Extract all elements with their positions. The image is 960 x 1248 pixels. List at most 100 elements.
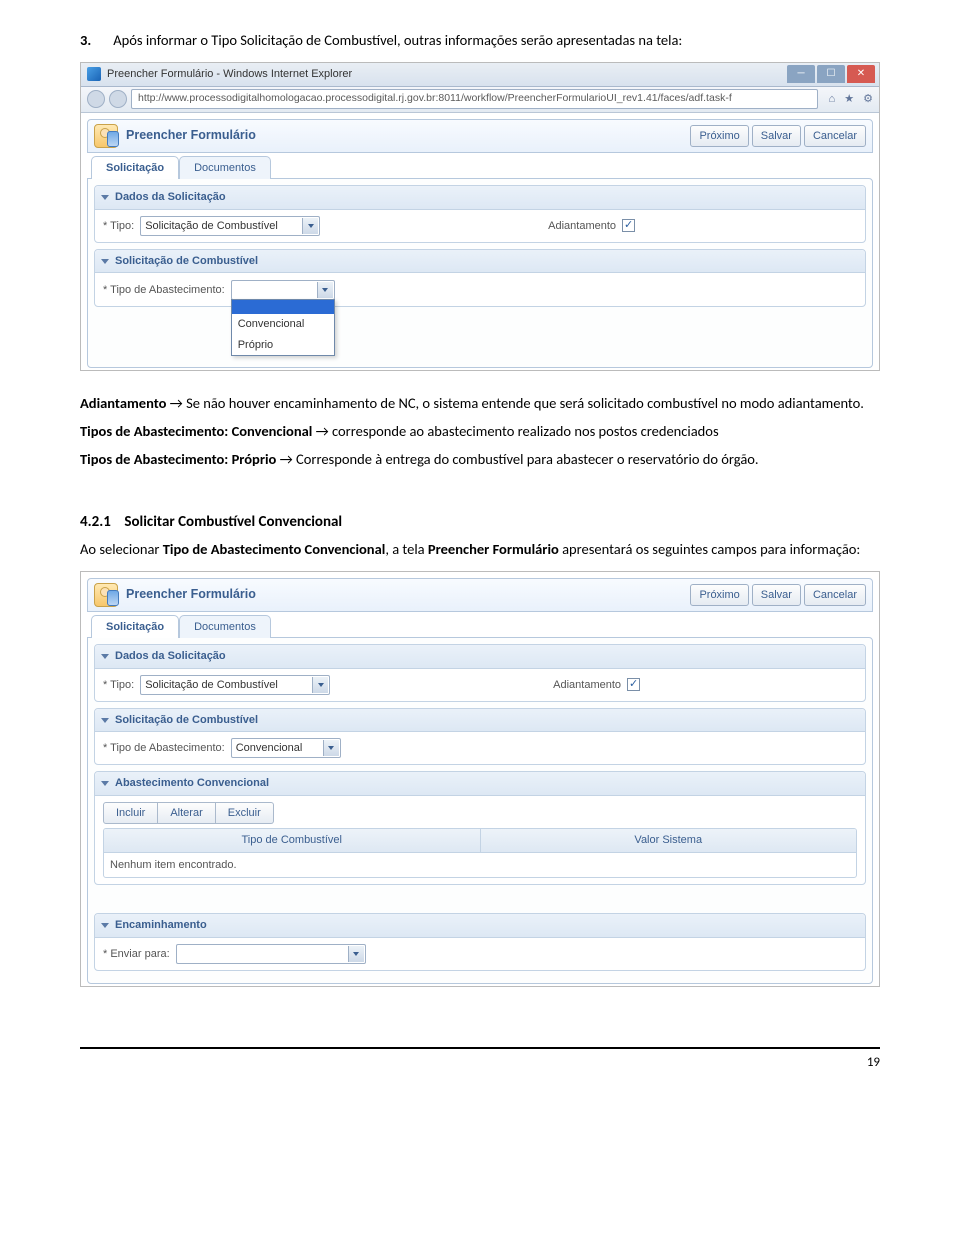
edit-button[interactable]: Alterar xyxy=(158,802,215,825)
tools-icon[interactable]: ⚙ xyxy=(863,93,873,105)
section-combustivel: Solicitação de Combustível Tipo de Abast… xyxy=(94,249,866,308)
step-text: Após informar o Tipo Solicitação de Comb… xyxy=(113,30,682,52)
form-header-2: Preencher Formulário Próximo Salvar Canc… xyxy=(87,578,873,612)
section-dados-title: Dados da Solicitação xyxy=(115,648,226,665)
form-title-2: Preencher Formulário xyxy=(126,585,256,604)
grid-toolbar: Incluir Alterar Excluir xyxy=(103,802,857,825)
next-button[interactable]: Próximo xyxy=(690,125,748,148)
window-close-button[interactable]: ✕ xyxy=(847,65,875,83)
collapse-icon[interactable] xyxy=(101,718,109,723)
select-enviar[interactable] xyxy=(176,944,366,964)
section-combustivel-title: Solicitação de Combustível xyxy=(115,253,258,270)
ie-favicon xyxy=(87,67,101,81)
save-button[interactable]: Salvar xyxy=(752,125,801,148)
section-combustivel-title: Solicitação de Combustível xyxy=(115,712,258,729)
tab-documentos[interactable]: Documentos xyxy=(179,615,271,639)
form-body-2: Dados da Solicitação Tipo: Solicitação d… xyxy=(87,637,873,984)
dropdown-icon xyxy=(317,282,333,298)
label-enviar: Enviar para: xyxy=(103,946,170,963)
tab-bar: Solicitação Documentos xyxy=(91,156,873,180)
cancel-button[interactable]: Cancelar xyxy=(804,125,866,148)
checkbox-adiantamento[interactable] xyxy=(622,219,635,232)
section-dados-title: Dados da Solicitação xyxy=(115,189,226,206)
label-adiantamento: Adiantamento xyxy=(553,677,621,694)
section-encam-title: Encaminhamento xyxy=(115,917,207,934)
select-abastecimento-value: Convencional xyxy=(236,740,303,757)
tab-bar-2: Solicitação Documentos xyxy=(91,615,873,639)
label-abastecimento: Tipo de Abastecimento: xyxy=(103,740,225,757)
screenshot-ie-window: Preencher Formulário - Windows Internet … xyxy=(80,62,880,372)
text-adiantamento: → Se não houver encaminhamento de NC, o … xyxy=(166,394,864,412)
url-text: http://www.processodigitalhomologacao.pr… xyxy=(138,91,732,107)
section-dados: Dados da Solicitação Tipo: Solicitação d… xyxy=(94,185,866,243)
next-button[interactable]: Próximo xyxy=(690,584,748,607)
option-proprio[interactable]: Próprio xyxy=(232,335,334,356)
p4a: Ao selecionar xyxy=(80,540,163,558)
tab-solicitacao[interactable]: Solicitação xyxy=(91,156,179,180)
label-abastecimento: Tipo de Abastecimento: xyxy=(103,282,225,299)
home-icon[interactable]: ⌂ xyxy=(828,93,835,105)
section-number: 4.2.1 xyxy=(80,513,111,531)
dropdown-icon xyxy=(302,218,318,234)
section-encaminhamento: Encaminhamento Enviar para: xyxy=(94,913,866,971)
select-tipo[interactable]: Solicitação de Combustível xyxy=(140,675,330,695)
page-number: 19 xyxy=(867,1053,880,1073)
page-footer: 19 xyxy=(80,1047,880,1073)
label-adiantamento: Adiantamento xyxy=(548,218,616,235)
p4d: Preencher Formulário xyxy=(428,540,559,558)
grid-abastecimento: Tipo de Combustível Valor Sistema Nenhum… xyxy=(103,828,857,878)
option-blank[interactable] xyxy=(232,300,334,314)
collapse-icon[interactable] xyxy=(101,259,109,264)
url-field[interactable]: http://www.processodigitalhomologacao.pr… xyxy=(131,89,818,109)
section-combustivel-2: Solicitação de Combustível Tipo de Abast… xyxy=(94,708,866,766)
p4b: Tipo de Abastecimento Convencional xyxy=(163,540,386,558)
select-tipo[interactable]: Solicitação de Combustível xyxy=(140,216,320,236)
checkbox-adiantamento[interactable] xyxy=(627,678,640,691)
explanation-block: Adiantamento → Se não houver encaminhame… xyxy=(80,393,880,561)
collapse-icon[interactable] xyxy=(101,781,109,786)
ie-title-text: Preencher Formulário - Windows Internet … xyxy=(107,66,352,83)
dropdown-icon xyxy=(312,677,328,693)
select-abastecimento[interactable]: Convencional xyxy=(231,738,341,758)
section-abconv-title: Abastecimento Convencional xyxy=(115,775,269,792)
text-proprio: → Corresponde à entrega do combustível p… xyxy=(276,450,758,468)
collapse-icon[interactable] xyxy=(101,923,109,928)
col-valor-sistema: Valor Sistema xyxy=(481,829,857,852)
window-maximize-button[interactable]: ☐ xyxy=(817,65,845,83)
term-convencional: Tipos de Abastecimento: Convencional xyxy=(80,422,312,440)
tab-documentos[interactable]: Documentos xyxy=(179,156,271,180)
section-dados-2: Dados da Solicitação Tipo: Solicitação d… xyxy=(94,644,866,702)
favorites-icon[interactable]: ★ xyxy=(844,93,854,105)
nav-forward-button[interactable] xyxy=(109,90,127,108)
p4c: , a tela xyxy=(385,540,428,558)
ie-titlebar: Preencher Formulário - Windows Internet … xyxy=(81,63,879,87)
section-heading: 4.2.1 Solicitar Combustível Convencional xyxy=(80,511,880,534)
save-button[interactable]: Salvar xyxy=(752,584,801,607)
text-convencional: → corresponde ao abastecimento realizado… xyxy=(312,422,718,440)
cancel-button[interactable]: Cancelar xyxy=(804,584,866,607)
window-minimize-button[interactable]: ─ xyxy=(787,65,815,83)
delete-button[interactable]: Excluir xyxy=(216,802,274,825)
user-form-icon xyxy=(94,583,118,607)
collapse-icon[interactable] xyxy=(101,654,109,659)
nav-back-button[interactable] xyxy=(87,90,105,108)
user-form-icon xyxy=(94,124,118,148)
option-convencional[interactable]: Convencional xyxy=(232,314,334,335)
select-tipo-value: Solicitação de Combustível xyxy=(145,218,278,235)
abastecimento-dropdown-list: Convencional Próprio xyxy=(231,299,335,356)
grid-header: Tipo de Combustível Valor Sistema xyxy=(104,829,856,853)
term-proprio: Tipos de Abastecimento: Próprio xyxy=(80,450,276,468)
form-header: Preencher Formulário Próximo Salvar Canc… xyxy=(87,119,873,153)
tab-solicitacao[interactable]: Solicitação xyxy=(91,615,179,639)
ie-addressbar: http://www.processodigitalhomologacao.pr… xyxy=(81,87,879,113)
include-button[interactable]: Incluir xyxy=(103,802,158,825)
select-abastecimento[interactable] xyxy=(231,280,335,300)
col-tipo-combustivel: Tipo de Combustível xyxy=(104,829,481,852)
collapse-icon[interactable] xyxy=(101,195,109,200)
dropdown-icon xyxy=(348,946,364,962)
doc-body: 3. Após informar o Tipo Solicitação de C… xyxy=(80,30,880,52)
dropdown-icon xyxy=(323,740,339,756)
ie-toolbar-icons: ⌂ ★ ⚙ xyxy=(822,91,873,108)
section-abconv: Abastecimento Convencional Incluir Alter… xyxy=(94,771,866,885)
section-title: Solicitar Combustível Convencional xyxy=(124,513,342,531)
